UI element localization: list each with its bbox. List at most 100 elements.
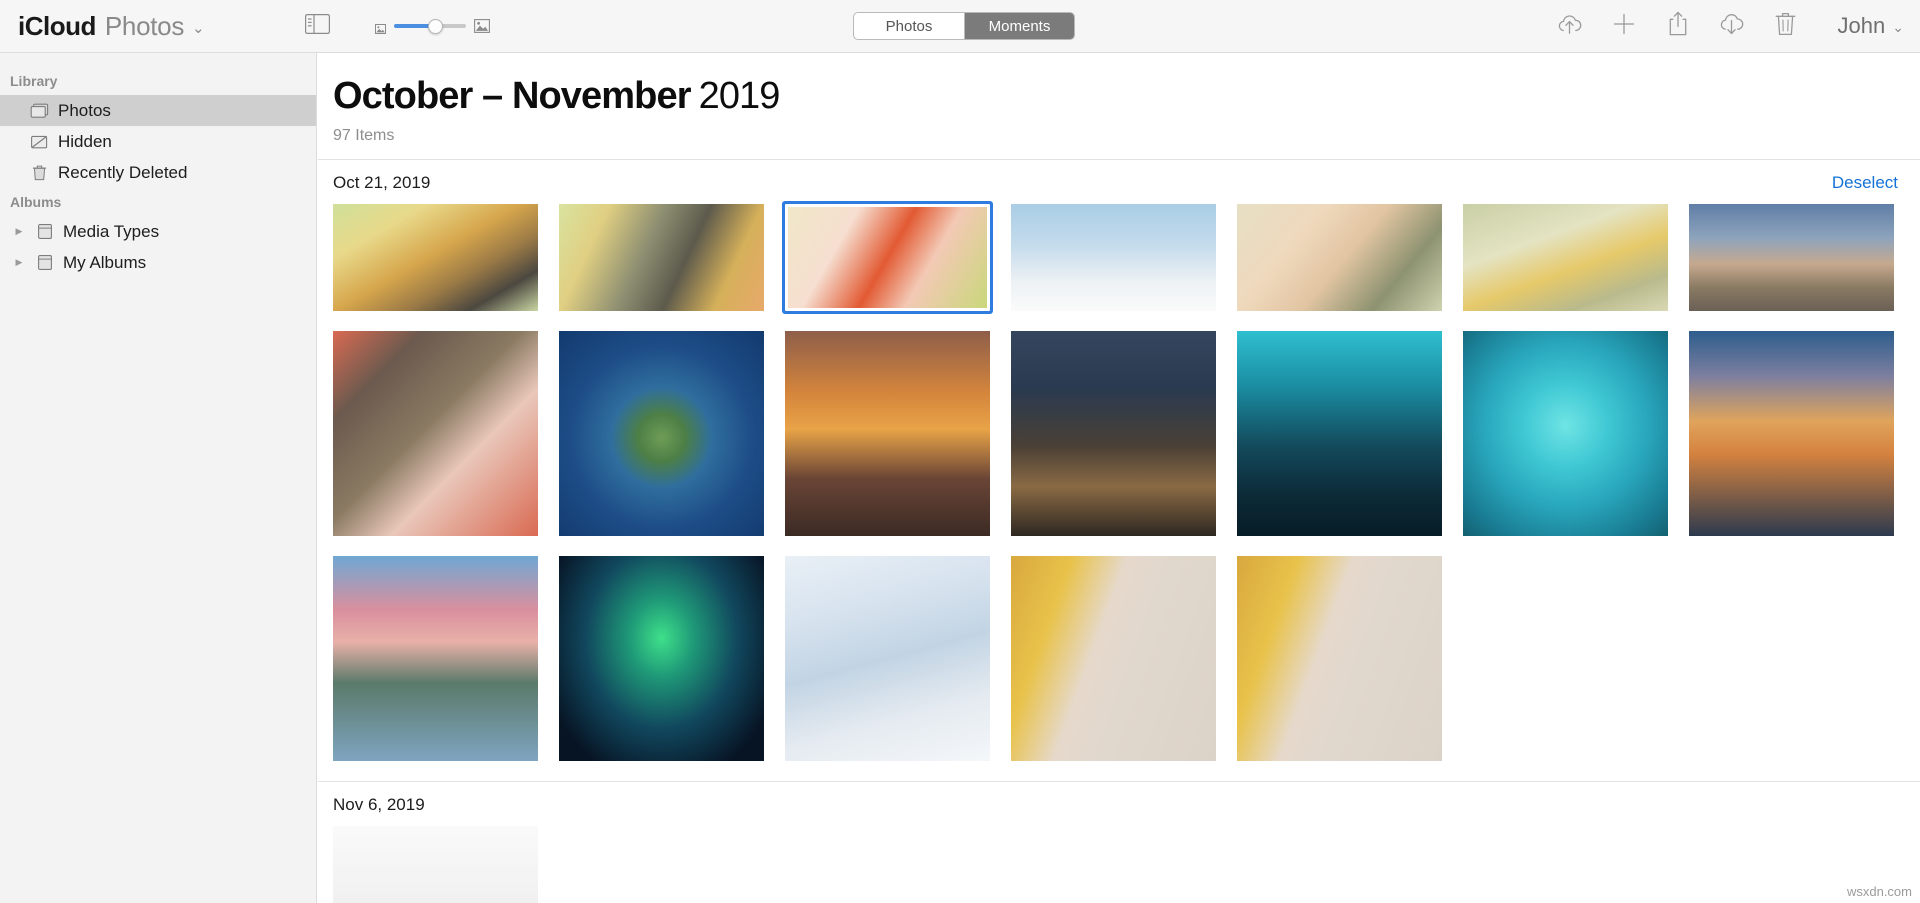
add-button[interactable] — [1610, 12, 1638, 40]
sidebar-item-label: Media Types — [63, 221, 160, 241]
group-header: Oct 21, 2019 Deselect — [318, 160, 1920, 204]
photo-thumbnail[interactable] — [333, 826, 538, 903]
photo-thumbnail[interactable] — [559, 331, 764, 536]
photo-thumbnail[interactable] — [1011, 556, 1216, 761]
view-mode-segmented-control[interactable]: Photos Moments — [853, 12, 1075, 40]
sidebar-item-label: Photos — [58, 100, 111, 120]
disclosure-triangle-icon[interactable]: ▶ — [12, 257, 26, 268]
photo-thumbnail[interactable] — [785, 204, 990, 311]
delete-button[interactable] — [1772, 12, 1800, 40]
sidebar-item-label: Recently Deleted — [58, 162, 188, 182]
photo-thumbnail[interactable] — [1011, 204, 1216, 311]
photo-row — [318, 826, 1920, 903]
photo-image — [1237, 556, 1442, 761]
photo-thumbnail[interactable] — [1689, 204, 1894, 311]
thumbnail-size-slider-group[interactable] — [374, 18, 490, 34]
share-button[interactable] — [1664, 11, 1692, 41]
plus-icon — [1612, 12, 1636, 41]
group-header: Nov 6, 2019 — [318, 782, 1920, 826]
app-brand[interactable]: iCloud Photos ⌄ — [18, 11, 205, 42]
sidebar-section-library: Library — [10, 73, 58, 89]
group-date-label: Nov 6, 2019 — [333, 795, 425, 814]
thumbnail-size-slider[interactable] — [393, 18, 466, 34]
sidebar-item-media-types[interactable]: ▶ Media Types — [0, 216, 316, 247]
sidebar-section-albums: Albums — [10, 194, 62, 210]
photo-thumbnail[interactable] — [1689, 331, 1894, 536]
photo-thumbnail[interactable] — [1237, 204, 1442, 311]
album-folder-icon — [35, 223, 54, 240]
group-date-label: Oct 21, 2019 — [333, 173, 431, 192]
watermark-label: wsxdn.com — [1846, 884, 1912, 899]
slider-knob[interactable] — [427, 18, 443, 34]
tab-photos[interactable]: Photos — [854, 13, 964, 39]
brand-photos-label: Photos — [104, 10, 185, 41]
photo-library-content: October – November 2019 97 Items Oct 21, … — [318, 53, 1920, 903]
sidebar-item-recently-deleted[interactable]: Recently Deleted — [0, 157, 316, 188]
photo-thumbnail[interactable] — [1463, 331, 1668, 536]
photo-row — [318, 556, 1920, 761]
photo-image — [333, 826, 538, 903]
photo-thumbnail[interactable] — [559, 204, 764, 311]
chevron-down-icon: ⌄ — [192, 19, 205, 37]
photo-image — [559, 556, 764, 761]
sidebar-item-my-albums[interactable]: ▶ My Albums — [0, 247, 316, 278]
photo-thumbnail[interactable] — [1237, 331, 1442, 536]
upload-button[interactable] — [1556, 12, 1584, 40]
photo-image — [559, 204, 764, 311]
photo-row — [318, 331, 1920, 536]
photo-image — [1463, 204, 1668, 311]
photo-image — [333, 556, 538, 761]
photo-thumbnail[interactable] — [1237, 556, 1442, 761]
sidebar-item-label: My Albums — [63, 252, 147, 272]
sidebar: Library Photos Hidden Recently Deleted A… — [0, 53, 317, 903]
photo-image — [1237, 204, 1442, 311]
cloud-download-icon — [1718, 13, 1745, 40]
brand-icloud-label: iCloud — [18, 10, 96, 41]
deselect-button[interactable]: Deselect — [1832, 173, 1898, 193]
photo-image — [1011, 204, 1216, 311]
sidebar-panel-icon — [305, 13, 331, 39]
photo-thumbnail[interactable] — [333, 331, 538, 536]
disclosure-triangle-icon[interactable]: ▶ — [12, 226, 26, 237]
photo-image — [1011, 331, 1216, 536]
trash-icon — [1775, 11, 1796, 41]
photo-thumbnail[interactable] — [333, 204, 538, 311]
small-thumbnail-icon — [374, 21, 386, 34]
album-folder-icon — [35, 254, 54, 271]
sidebar-item-label: Hidden — [58, 131, 112, 151]
photo-thumbnail[interactable] — [1463, 204, 1668, 311]
sidebar-item-photos[interactable]: Photos — [0, 95, 316, 126]
photo-image — [1011, 556, 1216, 761]
tab-moments[interactable]: Moments — [964, 13, 1074, 39]
download-button[interactable] — [1718, 12, 1746, 40]
hidden-slash-icon — [30, 133, 49, 150]
photo-thumbnail[interactable] — [785, 556, 990, 761]
photo-image — [1237, 331, 1442, 536]
photo-image — [788, 207, 987, 308]
photo-thumbnail[interactable] — [785, 331, 990, 536]
page-title-year: 2019 — [698, 75, 781, 117]
photo-image — [333, 204, 538, 311]
chevron-down-icon: ⌄ — [1892, 18, 1904, 35]
photo-image — [785, 331, 990, 536]
page-title: October – November 2019 — [333, 75, 1920, 118]
photo-row — [318, 204, 1920, 311]
share-icon — [1668, 11, 1688, 41]
photo-group: Nov 6, 2019 — [318, 782, 1920, 903]
photo-image — [333, 331, 538, 536]
photo-thumbnail[interactable] — [1011, 331, 1216, 536]
user-name-label: John — [1837, 13, 1886, 38]
photo-thumbnail[interactable] — [333, 556, 538, 761]
user-menu[interactable]: John ⌄ — [1838, 13, 1904, 39]
sidebar-toggle-button[interactable] — [303, 13, 333, 39]
sidebar-item-hidden[interactable]: Hidden — [0, 126, 316, 157]
photo-image — [1689, 331, 1894, 536]
trash-icon — [30, 164, 49, 181]
photo-thumbnail[interactable] — [559, 556, 764, 761]
top-toolbar: iCloud Photos ⌄ Photos Moments John ⌄ — [0, 0, 1920, 53]
photo-image — [1689, 204, 1894, 311]
photo-image — [785, 556, 990, 761]
page-header: October – November 2019 97 Items — [318, 53, 1920, 145]
item-count-label: 97 Items — [333, 127, 395, 144]
photos-stack-icon — [30, 102, 49, 119]
